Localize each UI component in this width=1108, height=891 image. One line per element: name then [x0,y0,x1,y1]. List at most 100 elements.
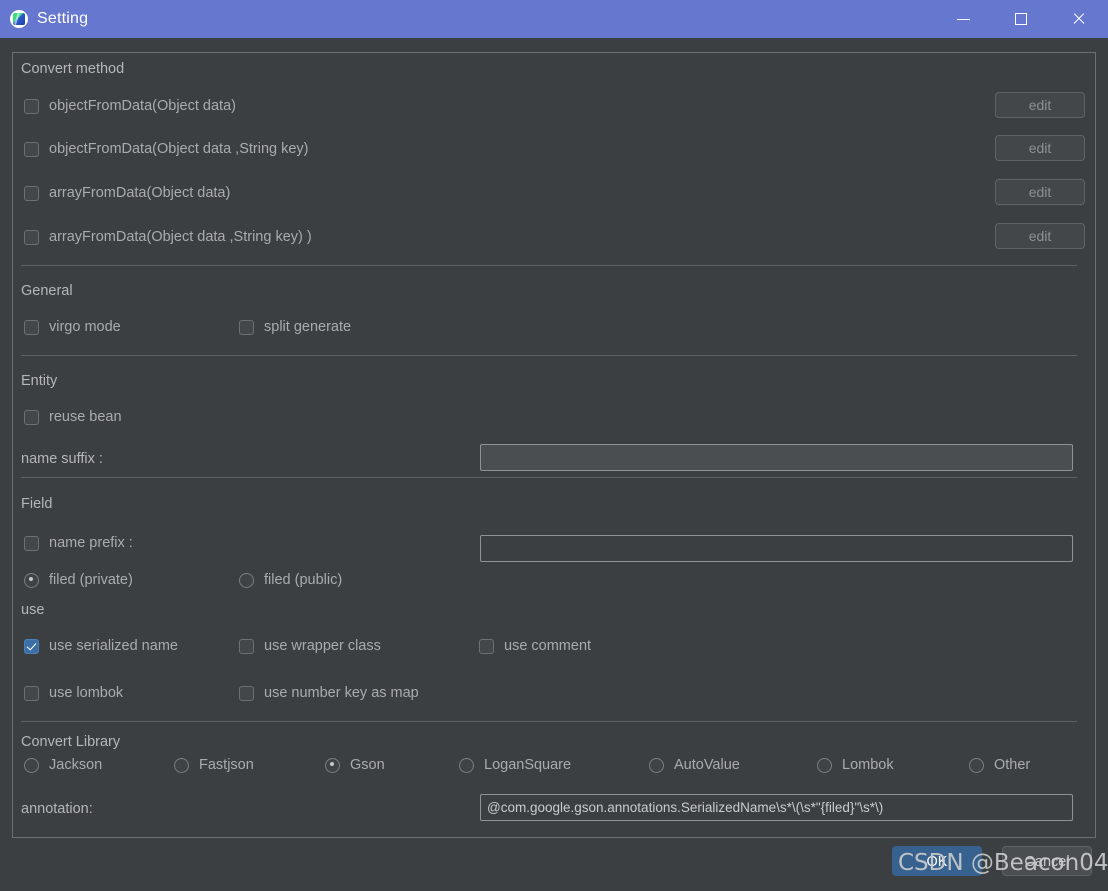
radio-label: filed (private) [49,572,133,588]
checkbox-box [479,638,494,654]
ok-button[interactable]: OK [892,846,982,876]
checkbox-box [24,638,39,654]
close-icon [1072,12,1086,26]
checkbox-box [239,319,254,335]
radio-circle [969,757,984,773]
checkbox-virgo-mode[interactable]: virgo mode [24,319,121,335]
checkbox-box [24,229,39,245]
name-prefix-input[interactable] [480,535,1073,562]
checkbox-box [239,685,254,701]
checkbox-box [24,141,39,157]
edit-button-array-from-data[interactable]: edit [995,179,1085,205]
label-annotation: annotation: [21,801,93,817]
checkbox-split-generate[interactable]: split generate [239,319,351,335]
maximize-button[interactable] [992,0,1050,38]
radio-library-lombok[interactable]: Lombok [817,757,894,773]
app-icon [10,10,28,28]
edit-button-array-from-data-key[interactable]: edit [995,223,1085,249]
checkbox-use-comment[interactable]: use comment [479,638,591,654]
radio-library-logansquare[interactable]: LoganSquare [459,757,571,773]
checkbox-box [24,409,39,425]
checkbox-label: arrayFromData(Object data ,String key) ) [49,229,312,245]
cancel-button[interactable]: Cancel [1002,846,1092,876]
checkbox-label: objectFromData(Object data) [49,98,236,114]
radio-library-gson[interactable]: Gson [325,757,385,773]
radio-filed-public[interactable]: filed (public) [239,572,342,588]
radio-circle [174,757,189,773]
subsection-title-use: use [21,602,45,618]
section-title-convert-method: Convert method [21,61,125,77]
radio-filed-private[interactable]: filed (private) [24,572,133,588]
minimize-icon [956,18,970,20]
checkbox-box [24,185,39,201]
edit-button-object-from-data-key[interactable]: edit [995,135,1085,161]
checkbox-label: use number key as map [264,685,419,701]
window-title: Setting [37,10,89,27]
checkbox-array-from-data-key[interactable]: arrayFromData(Object data ,String key) ) [24,229,312,245]
checkbox-reuse-bean[interactable]: reuse bean [24,409,122,425]
radio-label: Jackson [49,757,103,773]
radio-circle [239,572,254,588]
checkbox-array-from-data[interactable]: arrayFromData(Object data) [24,185,230,201]
checkbox-label: virgo mode [49,319,121,335]
section-title-field: Field [21,496,53,512]
radio-library-jackson[interactable]: Jackson [24,757,102,773]
checkbox-object-from-data[interactable]: objectFromData(Object data) [24,98,236,114]
settings-panel: Convert method objectFromData(Object dat… [12,52,1096,838]
edit-button-object-from-data[interactable]: edit [995,92,1085,118]
radio-label: LoganSquare [484,757,572,773]
checkbox-label: use comment [504,638,592,654]
checkbox-label: reuse bean [49,409,122,425]
window-titlebar: Setting [0,0,1108,38]
checkbox-label: arrayFromData(Object data) [49,185,231,201]
divider-after-field [21,721,1077,722]
radio-label: filed (public) [264,572,343,588]
radio-label: Lombok [842,757,894,773]
radio-circle [325,757,340,773]
radio-library-other[interactable]: Other [969,757,1030,773]
close-button[interactable] [1050,0,1108,38]
maximize-icon [1015,13,1027,25]
radio-circle [817,757,832,773]
radio-label: AutoValue [674,757,740,773]
title-left-group: Setting [0,10,88,28]
annotation-input[interactable]: @com.google.gson.annotations.SerializedN… [480,794,1073,821]
radio-circle [649,757,664,773]
radio-library-fastjson[interactable]: Fastjson [174,757,254,773]
checkbox-use-lombok[interactable]: use lombok [24,685,123,701]
checkbox-name-prefix[interactable]: name prefix : [24,535,133,551]
checkbox-box [24,535,39,551]
divider-after-entity [21,477,1077,478]
radio-circle [459,757,474,773]
dialog-content: Convert method objectFromData(Object dat… [0,38,1108,891]
checkbox-label: split generate [264,319,352,335]
divider-after-general [21,355,1077,356]
radio-circle [24,572,39,588]
section-title-entity: Entity [21,373,58,389]
section-title-convert-library: Convert Library [21,734,121,750]
checkbox-label: use wrapper class [264,638,381,654]
checkbox-label: name prefix : [49,535,133,551]
minimize-button[interactable] [934,0,992,38]
checkbox-box [24,98,39,114]
checkbox-box [239,638,254,654]
radio-library-autovalue[interactable]: AutoValue [649,757,740,773]
divider-after-convert-method [21,265,1077,266]
checkbox-label: use serialized name [49,638,178,654]
radio-label: Fastjson [199,757,254,773]
checkbox-use-serialized-name[interactable]: use serialized name [24,638,178,654]
section-title-general: General [21,283,73,299]
checkbox-label: use lombok [49,685,124,701]
checkbox-box [24,685,39,701]
label-name-suffix: name suffix : [21,451,103,467]
checkbox-object-from-data-key[interactable]: objectFromData(Object data ,String key) [24,141,309,157]
checkbox-label: objectFromData(Object data ,String key) [49,141,309,157]
checkbox-box [24,319,39,335]
radio-label: Gson [350,757,385,773]
radio-circle [24,757,39,773]
checkbox-use-number-key-as-map[interactable]: use number key as map [239,685,419,701]
radio-label: Other [994,757,1031,773]
window-controls [934,0,1108,38]
name-suffix-input[interactable] [480,444,1073,471]
checkbox-use-wrapper-class[interactable]: use wrapper class [239,638,381,654]
